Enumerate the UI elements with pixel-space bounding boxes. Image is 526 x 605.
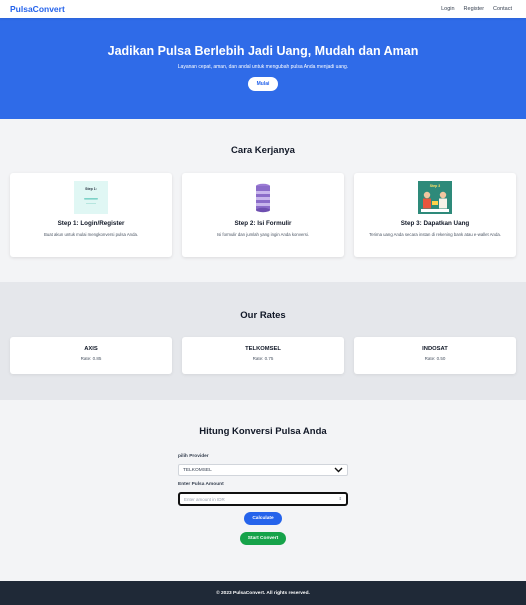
provider-label: pilih Provider bbox=[178, 454, 209, 459]
nav-contact-link[interactable]: Contact bbox=[493, 6, 512, 12]
rate-value: Rate: 0.50 bbox=[424, 356, 446, 361]
navbar: PulsaConvert Login Register Contact bbox=[0, 0, 526, 18]
nav-login-link[interactable]: Login bbox=[441, 6, 454, 12]
step-3-image-text: Step 3 bbox=[430, 184, 441, 188]
rate-provider-name: AXIS bbox=[84, 346, 98, 352]
step-3-image: Step 3 bbox=[418, 181, 452, 214]
calc-title: Hitung Konversi Pulsa Anda bbox=[199, 426, 327, 437]
step-3-title: Step 3: Dapatkan Uang bbox=[400, 220, 470, 227]
step-2-title: Step 2: Isi Formulir bbox=[234, 220, 292, 227]
start-convert-button[interactable]: Start Convert bbox=[239, 532, 287, 545]
step-card-3: Step 3 Step 3: Dapatkan Uang Terima uang… bbox=[354, 173, 516, 257]
how-it-works-section: Cara Kerjanya Step 1: Step 1: Login/Regi… bbox=[0, 119, 526, 282]
step-1-desc: Buat akun untuk mulai mengkonversi pulsa… bbox=[43, 232, 139, 237]
amount-label: Enter Pulsa Amount bbox=[178, 482, 224, 487]
amount-input[interactable] bbox=[184, 496, 324, 502]
step-card-2: Step 2: Isi Formulir Isi formulir dan ju… bbox=[182, 173, 344, 257]
calculate-button[interactable]: Calculate bbox=[244, 512, 282, 525]
step-card-1: Step 1: Step 1: Login/Register Buat akun… bbox=[10, 173, 172, 257]
footer-copyright: © 2023 PulsaConvert. All rights reserved… bbox=[216, 590, 310, 596]
step-3-desc: Terima uang Anda secara instan di rekeni… bbox=[369, 232, 501, 237]
how-title: Cara Kerjanya bbox=[231, 145, 295, 156]
rate-card-indosat: INDOSAT Rate: 0.50 bbox=[354, 337, 516, 374]
nav-register-link[interactable]: Register bbox=[464, 6, 484, 12]
step-1-title: Step 1: Login/Register bbox=[57, 220, 125, 227]
rates-section: Our Rates AXIS Rate: 0.85 TELKOMSEL Rate… bbox=[0, 282, 526, 400]
rate-card-telkomsel: TELKOMSEL Rate: 0.75 bbox=[182, 337, 344, 374]
rate-card-axis: AXIS Rate: 0.85 bbox=[10, 337, 172, 374]
brand-logo[interactable]: PulsaConvert bbox=[10, 4, 65, 14]
rates-list: AXIS Rate: 0.85 TELKOMSEL Rate: 0.75 IND… bbox=[0, 337, 526, 374]
rate-provider-name: INDOSAT bbox=[422, 346, 448, 352]
provider-selected-value: TELKOMSEL bbox=[183, 467, 212, 473]
rate-value: Rate: 0.75 bbox=[252, 356, 274, 361]
mulai-button[interactable]: Mulai bbox=[247, 77, 279, 91]
calculator-section: Hitung Konversi Pulsa Anda pilih Provide… bbox=[0, 400, 526, 583]
number-stepper-icon[interactable]: ⇕ bbox=[339, 497, 342, 501]
footer: © 2023 PulsaConvert. All rights reserved… bbox=[0, 581, 526, 605]
step-1-image-text: Step 1: bbox=[85, 187, 97, 191]
step-2-desc: Isi formulir dan jumlah yang ingin Anda … bbox=[216, 232, 310, 237]
chevron-down-icon bbox=[334, 467, 343, 473]
form-buttons: Calculate Start Convert bbox=[178, 506, 348, 545]
steps-list: Step 1: Step 1: Login/Register Buat akun… bbox=[0, 173, 526, 257]
amount-field[interactable]: ⇕ bbox=[178, 492, 348, 506]
step-1-image: Step 1: bbox=[74, 181, 108, 214]
convert-form: pilih Provider TELKOMSEL Enter Pulsa Amo… bbox=[178, 454, 348, 545]
nav-links: Login Register Contact bbox=[441, 6, 512, 12]
step-2-form-icon bbox=[246, 181, 280, 214]
hero-subtitle: Layanan cepat, aman, dan andal untuk men… bbox=[177, 64, 349, 70]
hero-title: Jadikan Pulsa Berlebih Jadi Uang, Mudah … bbox=[107, 44, 419, 58]
rate-value: Rate: 0.85 bbox=[80, 356, 102, 361]
rates-title: Our Rates bbox=[240, 310, 286, 321]
hero-section: Jadikan Pulsa Berlebih Jadi Uang, Mudah … bbox=[0, 18, 526, 119]
provider-select[interactable]: TELKOMSEL bbox=[178, 464, 348, 476]
rate-provider-name: TELKOMSEL bbox=[245, 346, 281, 352]
